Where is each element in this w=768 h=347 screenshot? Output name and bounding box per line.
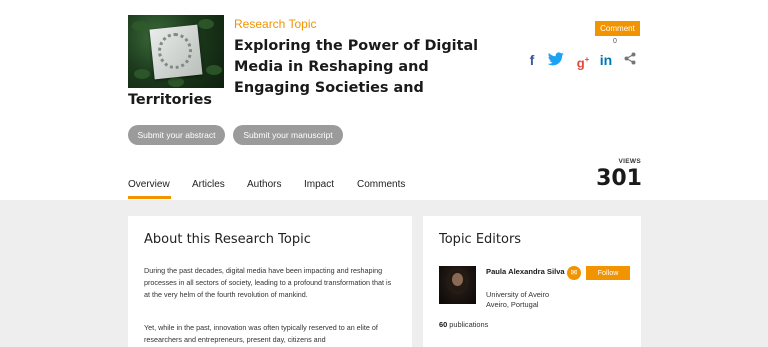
submit-manuscript-button[interactable]: Submit your manuscript (233, 125, 343, 145)
tab-articles[interactable]: Articles (192, 179, 225, 190)
editor-institution: University of Aveiro (486, 290, 550, 299)
share-icon[interactable] (623, 52, 637, 68)
tab-comments[interactable]: Comments (357, 179, 405, 190)
google-plus-icon[interactable]: g+ (574, 52, 592, 70)
tab-authors[interactable]: Authors (247, 179, 281, 190)
topic-header: Research Topic Exploring the Power of Di… (0, 0, 768, 200)
topic-editors-title: Topic Editors (439, 232, 522, 247)
views-count: 301 (596, 166, 642, 191)
avatar[interactable] (439, 266, 476, 304)
comment-count: 0 (613, 38, 617, 45)
topic-title-tail: Territories (128, 92, 212, 108)
linkedin-icon[interactable]: in (598, 52, 614, 68)
views-label: VIEWS (618, 158, 641, 165)
topic-thumbnail (128, 15, 224, 88)
follow-button[interactable]: Follow (586, 266, 630, 280)
tab-overview[interactable]: Overview (128, 179, 170, 190)
active-tab-indicator (128, 196, 171, 199)
twitter-icon[interactable] (547, 52, 565, 68)
facebook-icon[interactable]: f (526, 52, 538, 68)
editor-location: Aveiro, Portugal (486, 300, 539, 309)
topic-kicker: Research Topic (234, 17, 317, 31)
publications-number: 60 (439, 320, 448, 329)
about-panel: About this Research Topic During the pas… (128, 216, 412, 347)
about-paragraph: Yet, while in the past, innovation was o… (144, 323, 378, 344)
publications-label: publications (449, 320, 489, 329)
topic-editors-panel: Topic Editors Paula Alexandra Silva Univ… (423, 216, 641, 347)
about-paragraph: During the past decades, digital media h… (144, 266, 392, 299)
mail-icon[interactable]: ✉ (567, 266, 581, 280)
about-title: About this Research Topic (144, 232, 311, 247)
tab-impact[interactable]: Impact (304, 179, 334, 190)
topic-title: Exploring the Power of Digital Media in … (234, 38, 479, 96)
editor-name[interactable]: Paula Alexandra Silva (486, 267, 566, 277)
comment-button[interactable]: Comment (595, 21, 640, 36)
submit-abstract-button[interactable]: Submit your abstract (128, 125, 225, 145)
publications-count: 60 publications (439, 320, 488, 329)
